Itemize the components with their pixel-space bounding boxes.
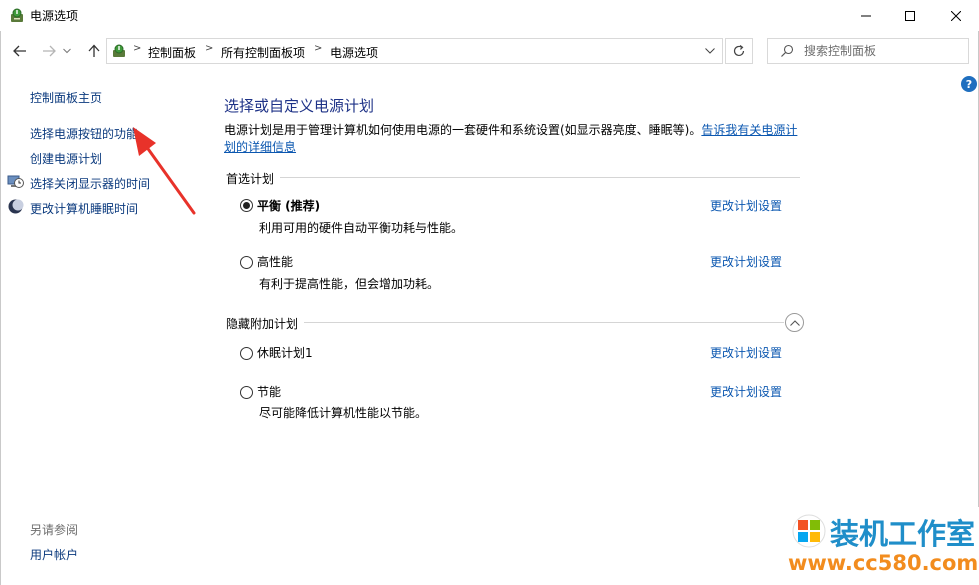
hidden-plans-heading: 隐藏附加计划	[226, 315, 305, 332]
preferred-section-divider	[226, 177, 800, 178]
plan-name-balanced[interactable]: 平衡 (推荐)	[257, 197, 320, 214]
back-arrow-icon	[13, 45, 26, 57]
breadcrumb-separator: >	[205, 43, 214, 54]
left-link-sleep-time[interactable]: 更改计算机睡眠时间	[30, 200, 138, 217]
window-title: 电源选项	[30, 9, 79, 23]
search-box[interactable]	[767, 38, 969, 64]
windows-logo-icon	[792, 514, 826, 548]
breadcrumb-control-panel[interactable]: 控制面板	[148, 44, 196, 61]
address-bar[interactable]: > 控制面板 > 所有控制面板项 > 电源选项	[106, 38, 723, 64]
left-link-display-off-time[interactable]: 选择关闭显示器的时间	[30, 175, 150, 192]
chevron-down-icon	[63, 48, 71, 54]
plan-radio-power-saver[interactable]	[240, 386, 253, 399]
help-icon[interactable]: ?	[961, 76, 977, 92]
power-options-icon	[11, 8, 23, 22]
breadcrumb-separator: >	[133, 43, 142, 54]
breadcrumb-all-items[interactable]: 所有控制面板项	[221, 44, 305, 61]
plan-name-high-performance[interactable]: 高性能	[257, 253, 293, 270]
refresh-icon	[733, 45, 745, 57]
plan-name-sleep-plan[interactable]: 休眠计划1	[257, 344, 313, 361]
see-also-heading: 另请参阅	[30, 523, 79, 537]
moon-icon	[8, 199, 24, 214]
collapse-hidden-plans-button[interactable]	[785, 313, 804, 332]
breadcrumb-power-options[interactable]: 电源选项	[330, 44, 378, 61]
chevron-up-icon	[789, 319, 800, 326]
forward-button[interactable]	[38, 40, 60, 62]
back-button[interactable]	[9, 40, 31, 62]
close-icon	[951, 10, 961, 21]
watermark-title: 装机工作室	[830, 517, 976, 551]
left-link-control-panel-home[interactable]: 控制面板主页	[30, 89, 102, 106]
learn-more-link[interactable]: 告诉我有关电源计	[701, 123, 797, 137]
hidden-section-divider	[226, 322, 784, 323]
learn-more-link-continued[interactable]: 划的详细信息	[224, 140, 296, 154]
search-input[interactable]	[804, 39, 964, 63]
maximize-button[interactable]	[887, 0, 933, 31]
plan-radio-high-performance[interactable]	[240, 256, 253, 269]
refresh-button[interactable]	[725, 38, 753, 64]
monitor-clock-icon	[7, 175, 24, 188]
plan-radio-balanced[interactable]	[240, 199, 253, 212]
preferred-plans-heading: 首选计划	[226, 170, 281, 187]
plan-radio-sleep-plan[interactable]	[240, 347, 253, 360]
minimize-button[interactable]	[843, 0, 889, 31]
up-arrow-icon	[88, 44, 100, 57]
left-link-create-power-plan[interactable]: 创建电源计划	[30, 150, 102, 167]
annotation-arrow	[133, 127, 196, 215]
title-bar: 电源选项	[0, 0, 979, 31]
up-button[interactable]	[83, 40, 105, 62]
control-panel-icon	[113, 44, 125, 57]
minimize-icon	[861, 15, 871, 16]
watermark: 装机工作室 www.cc580.com	[788, 507, 979, 585]
navigation-bar: > 控制面板 > 所有控制面板项 > 电源选项	[0, 31, 979, 71]
change-plan-settings-high-performance[interactable]: 更改计划设置	[710, 253, 782, 270]
breadcrumb-separator: >	[314, 43, 323, 54]
description-text: 电源计划是用于管理计算机如何使用电源的一套硬件和系统设置(如显示器亮度、睡眠等)…	[224, 123, 702, 137]
change-plan-settings-sleep-plan[interactable]: 更改计划设置	[710, 344, 782, 361]
plan-description-balanced: 利用可用的硬件自动平衡功耗与性能。	[259, 221, 464, 235]
change-plan-settings-balanced[interactable]: 更改计划设置	[710, 197, 782, 214]
search-icon	[781, 44, 794, 57]
forward-arrow-icon	[43, 45, 56, 57]
plan-description-power-saver: 尽可能降低计算机性能以节能。	[259, 406, 428, 420]
close-button[interactable]	[933, 0, 979, 31]
recent-locations-button[interactable]	[60, 40, 74, 62]
chevron-down-icon	[705, 48, 715, 54]
maximize-icon	[905, 10, 915, 21]
page-description: 电源计划是用于管理计算机如何使用电源的一套硬件和系统设置(如显示器亮度、睡眠等)…	[224, 122, 804, 156]
window-border-left	[0, 0, 1, 585]
page-title: 选择或自定义电源计划	[224, 97, 375, 115]
left-link-user-accounts[interactable]: 用户帐户	[30, 546, 78, 563]
plan-description-high-performance: 有利于提高性能，但会增加功耗。	[259, 277, 440, 291]
watermark-url: www.cc580.com	[788, 551, 979, 575]
left-link-power-button-function[interactable]: 选择电源按钮的功能	[30, 125, 138, 142]
change-plan-settings-power-saver[interactable]: 更改计划设置	[710, 383, 782, 400]
plan-name-power-saver[interactable]: 节能	[257, 383, 281, 400]
address-dropdown-button[interactable]	[697, 38, 723, 64]
